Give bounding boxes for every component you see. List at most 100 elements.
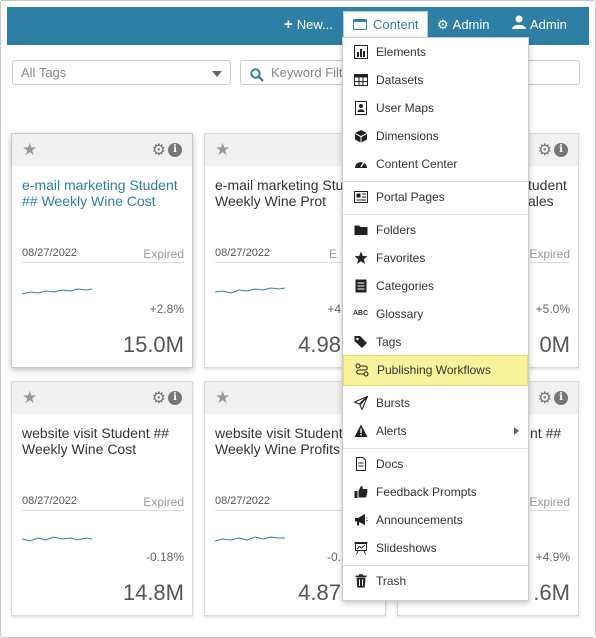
content-menu-button[interactable]: Content: [343, 11, 428, 38]
menu-item-elements[interactable]: Elements: [343, 38, 528, 66]
portal-icon: [354, 191, 368, 203]
cube-icon: [355, 130, 367, 143]
menu-item-label: Content Center: [376, 157, 458, 171]
tags-filter-select[interactable]: All Tags: [12, 60, 231, 85]
info-icon[interactable]: i: [168, 143, 182, 157]
menu-item-label: Categories: [376, 279, 435, 293]
card-date: 08/27/2022: [22, 247, 78, 259]
workflow-icon: [355, 363, 369, 377]
card-status: Expired: [143, 247, 184, 261]
menu-item-categories[interactable]: Categories: [343, 272, 528, 300]
info-icon[interactable]: i: [554, 391, 568, 405]
menu-separator: [343, 181, 528, 182]
menu-item-bursts[interactable]: Bursts: [343, 389, 528, 417]
sparkline: [22, 288, 92, 295]
menu-item-label: Datasets: [376, 73, 424, 87]
divider: [530, 262, 570, 263]
menu-item-user-maps[interactable]: User Maps: [343, 94, 528, 122]
menu-item-label: Alerts: [376, 424, 407, 438]
new-button[interactable]: + New...: [284, 7, 333, 45]
divider: [22, 262, 184, 263]
card-value: 4.98: [298, 332, 341, 357]
star-icon: [354, 251, 368, 264]
menu-item-alerts[interactable]: Alerts: [343, 417, 528, 445]
bar-chart-icon: [354, 45, 368, 59]
sparkline: [215, 536, 285, 542]
card-title[interactable]: tudent ales: [528, 177, 578, 209]
star-icon[interactable]: ★: [22, 140, 37, 160]
content-dropdown-menu: Elements Datasets User Maps Dimensions C…: [342, 37, 529, 601]
menu-item-favorites[interactable]: Favorites: [343, 244, 528, 272]
sparkline: [22, 536, 92, 542]
menu-item-announcements[interactable]: Announcements: [343, 506, 528, 534]
doc-icon: [356, 457, 366, 471]
megaphone-icon: [355, 514, 368, 526]
divider: [530, 510, 570, 511]
warning-icon: [354, 424, 368, 437]
dashboard-icon: [355, 161, 367, 168]
trash-icon: [355, 574, 367, 588]
menu-item-label: Bursts: [376, 396, 411, 410]
menu-item-folders[interactable]: Folders: [343, 216, 528, 244]
star-icon[interactable]: ★: [215, 388, 230, 408]
card-title[interactable]: e-mail marketing Student ## Weekly Wine …: [22, 177, 187, 209]
menu-item-label: Favorites: [376, 251, 426, 265]
content-label: Content: [373, 17, 419, 32]
card-title[interactable]: website visit Student ## Weekly Wine Cos…: [22, 425, 187, 457]
slideshow-icon: [354, 542, 368, 555]
menu-item-docs[interactable]: Docs: [343, 450, 528, 478]
chevron-right-icon: [514, 427, 519, 435]
kpi-card[interactable]: ★ ⚙ i e-mail marketing Student ## Weekly…: [11, 133, 193, 368]
star-icon[interactable]: ★: [22, 388, 37, 408]
menu-separator: [343, 214, 528, 215]
menu-item-label: Trash: [376, 574, 407, 588]
card-title[interactable]: nt ##: [530, 425, 578, 441]
menu-item-label: Folders: [376, 223, 417, 237]
gear-icon[interactable]: ⚙: [538, 388, 552, 408]
tags-filter-value: All Tags: [21, 65, 67, 80]
menu-item-datasets[interactable]: Datasets: [343, 66, 528, 94]
star-icon[interactable]: ★: [215, 140, 230, 160]
card-status: Expired: [143, 495, 184, 509]
card-value: 0M: [539, 332, 570, 357]
menu-item-label: Elements: [376, 45, 427, 59]
gear-icon[interactable]: ⚙: [538, 140, 552, 160]
new-label: New...: [296, 17, 333, 32]
menu-item-label: User Maps: [376, 101, 435, 115]
menu-item-portal-pages[interactable]: Portal Pages: [343, 183, 528, 211]
plus-icon: +: [284, 16, 293, 33]
menu-item-label: Glossary: [376, 307, 424, 321]
kpi-card[interactable]: ★ ⚙ i website visit Student ## Weekly Wi…: [11, 381, 193, 616]
menu-item-label: Feedback Prompts: [376, 485, 477, 499]
info-icon[interactable]: i: [554, 143, 568, 157]
menu-item-tags[interactable]: Tags: [343, 328, 528, 356]
menu-item-label: Publishing Workflows: [377, 363, 491, 377]
card-status: Expired: [529, 495, 570, 509]
menu-item-content-center[interactable]: Content Center: [343, 150, 528, 178]
menu-item-publishing-workflows[interactable]: Publishing Workflows: [343, 355, 528, 386]
paper-plane-icon: [354, 396, 368, 410]
menu-item-glossary[interactable]: ABC Glossary: [343, 300, 528, 328]
info-icon[interactable]: i: [168, 391, 182, 405]
card-date: 08/27/2022: [215, 247, 271, 259]
menu-item-label: Announcements: [376, 513, 463, 527]
card-value: 15.0M: [122, 332, 184, 357]
card-date: 08/27/2022: [215, 495, 271, 507]
menu-item-trash[interactable]: Trash: [343, 567, 528, 595]
table-icon: [354, 74, 368, 86]
menu-item-dimensions[interactable]: Dimensions: [343, 122, 528, 150]
menu-item-label: Portal Pages: [376, 190, 445, 204]
card-change: +4: [327, 302, 341, 316]
menu-item-label: Tags: [376, 335, 402, 349]
menu-separator: [343, 565, 528, 566]
search-icon: [250, 66, 264, 89]
gear-icon[interactable]: ⚙: [152, 388, 166, 408]
gear-icon[interactable]: ⚙: [152, 140, 166, 160]
tags-icon: [354, 336, 367, 348]
user-map-icon: [355, 101, 367, 115]
card-date: 08/27/2022: [22, 495, 78, 507]
menu-item-slideshows[interactable]: Slideshows: [343, 534, 528, 562]
content-icon: [353, 19, 367, 30]
abc-icon: ABC: [353, 310, 369, 317]
menu-item-feedback-prompts[interactable]: Feedback Prompts: [343, 478, 528, 506]
